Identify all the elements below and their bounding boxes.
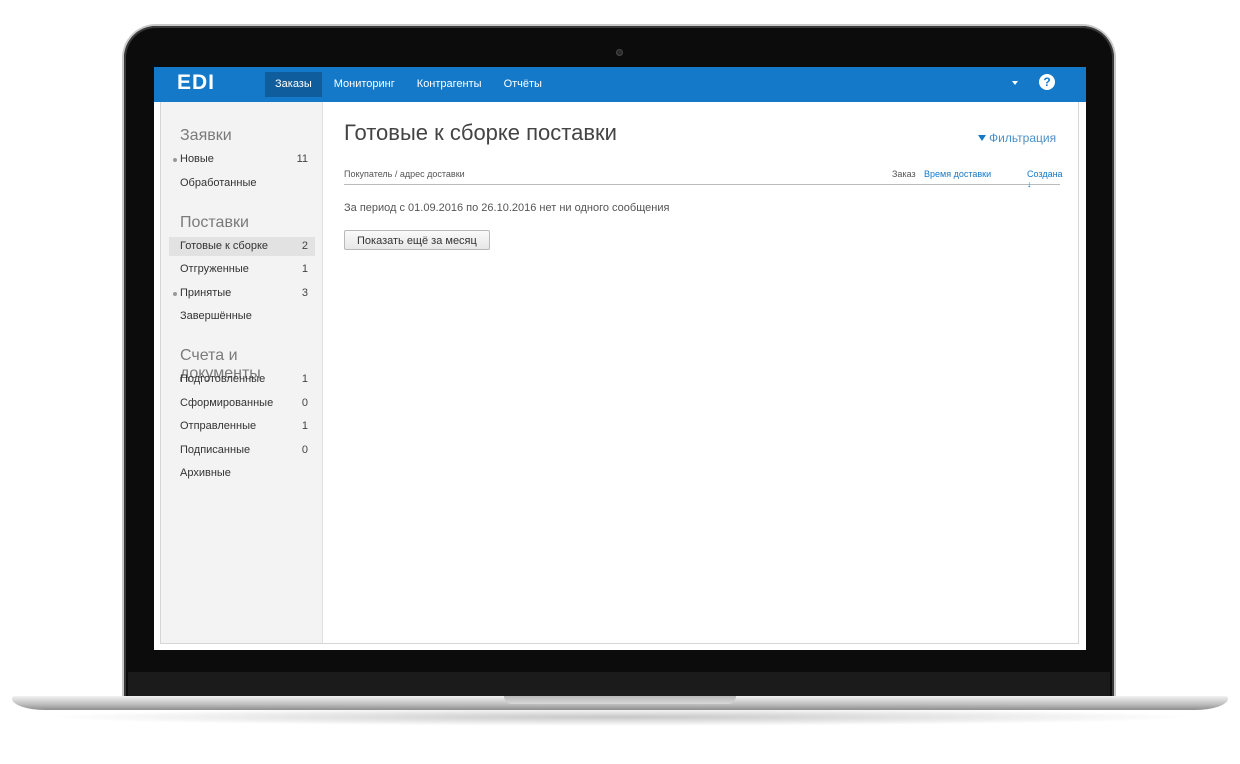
main-nav: Заказы Мониторинг Контрагенты Отчёты [265,72,554,97]
sidebar-item-archived[interactable]: Архивные [169,464,315,483]
sidebar-item-count: 11 [296,153,308,165]
sidebar-item-count: 1 [301,420,308,432]
camera-icon [616,49,623,56]
top-navigation-bar: EDI Заказы Мониторинг Контрагенты Отчёты… [154,67,1086,102]
laptop-notch [504,696,736,704]
section-title-orders: Заявки [180,127,232,144]
sidebar-item-formed[interactable]: Сформированные 0 [169,394,315,413]
sidebar-item-count: 0 [301,397,308,409]
sidebar-item-label: Новые [180,153,214,165]
sidebar-item-prepared[interactable]: Подготовленные 1 [169,370,315,389]
main-panel: Готовые к сборке поставки Фильтрация Пок… [322,102,1078,643]
sidebar-item-label: Сформированные [180,397,274,409]
nav-monitoring[interactable]: Мониторинг [324,72,405,97]
sidebar-item-processed[interactable]: Обработанные [169,174,315,193]
laptop-shadow [40,708,1200,726]
edi-logo[interactable]: EDI [177,71,215,95]
filter-button[interactable]: Фильтрация [978,131,1056,145]
sidebar: Заявки Новые 11 Обработанные Поставки Го… [161,102,323,643]
sidebar-item-ready[interactable]: Готовые к сборке 2 [169,237,315,256]
sidebar-item-label: Отгруженные [180,263,249,275]
sidebar-item-shipped[interactable]: Отгруженные 1 [169,260,315,279]
sidebar-item-label: Обработанные [180,177,257,189]
table-header: Покупатель / адрес доставки Заказ Время … [344,166,1063,189]
sidebar-item-count: 1 [301,263,308,275]
sidebar-item-label: Принятые [180,287,232,299]
nav-counterparties[interactable]: Контрагенты [407,72,492,97]
show-more-button[interactable]: Показать ещё за месяц [344,230,490,250]
nav-reports[interactable]: Отчёты [494,72,552,97]
sidebar-item-label: Завершённые [180,310,252,322]
sidebar-item-accepted[interactable]: Принятые 3 [169,284,315,303]
page-title: Готовые к сборке поставки [344,120,617,145]
nav-orders[interactable]: Заказы [265,72,322,97]
sidebar-item-count: 1 [301,373,308,385]
empty-state-message: За период с 01.09.2016 по 26.10.2016 нет… [344,202,670,214]
sidebar-item-new[interactable]: Новые 11 [169,150,315,169]
screen: EDI Заказы Мониторинг Контрагенты Отчёты… [154,67,1086,650]
unread-dot-icon [173,158,177,162]
sidebar-item-count: 3 [301,287,308,299]
content-area: Заявки Новые 11 Обработанные Поставки Го… [160,102,1079,644]
column-order[interactable]: Заказ [892,169,916,179]
laptop-chin [128,672,1110,698]
column-buyer[interactable]: Покупатель / адрес доставки [344,169,465,179]
sidebar-item-label: Подписанные [180,444,251,456]
sidebar-item-signed[interactable]: Подписанные 0 [169,441,315,460]
section-title-deliveries: Поставки [180,214,249,231]
sidebar-item-count: 2 [301,240,308,252]
column-created[interactable]: Создана ↓ [1027,169,1063,189]
sidebar-item-label: Готовые к сборке [180,240,269,252]
funnel-icon [978,134,986,141]
sidebar-item-label: Отправленные [180,420,257,432]
account-dropdown-icon[interactable] [1012,81,1018,85]
column-delivery-time[interactable]: Время доставки [924,169,991,179]
sidebar-item-label: Архивные [180,467,231,479]
sidebar-item-count: 0 [301,444,308,456]
unread-dot-icon [173,292,177,296]
filter-label: Фильтрация [989,131,1057,145]
sidebar-item-label: Подготовленные [180,373,266,385]
help-icon[interactable]: ? [1039,74,1055,90]
sidebar-item-sent[interactable]: Отправленные 1 [169,417,315,436]
sidebar-item-completed[interactable]: Завершённые [169,307,315,326]
